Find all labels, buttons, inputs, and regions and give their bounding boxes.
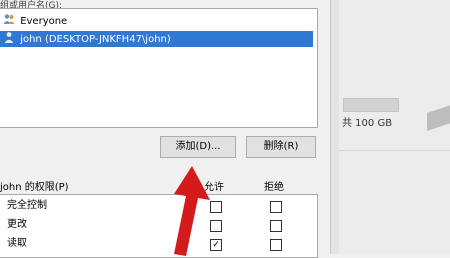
permission-name: 读取 (7, 238, 27, 249)
pointer-arrow-icon (174, 166, 210, 256)
deny-checkbox-full-control[interactable] (270, 201, 282, 213)
list-item-everyone[interactable]: Everyone (0, 13, 313, 29)
background-window: 共 100 GB (331, 0, 450, 254)
permissions-dialog: 组或用户名(G): Everyone john (DESKTOP-JNKFH47… (0, 0, 331, 258)
remove-button[interactable]: 删除(R) (246, 136, 316, 158)
capacity-text: 共 100 GB (342, 118, 393, 129)
permissions-label: john 的权限(P) (0, 182, 69, 193)
group-icon (3, 13, 15, 31)
list-item-john[interactable]: john (DESKTOP-JNKFH47\john) (0, 31, 313, 47)
deny-column-header: 拒绝 (264, 182, 284, 193)
permission-name: 完全控制 (7, 200, 47, 211)
permission-name: 更改 (7, 219, 27, 230)
user-name: john (DESKTOP-JNKFH47\john) (20, 34, 171, 45)
deny-checkbox-read[interactable] (270, 239, 282, 251)
divider (339, 150, 450, 151)
user-icon (3, 31, 15, 49)
user-name: Everyone (20, 16, 68, 27)
capacity-bar (343, 98, 399, 112)
user-listbox[interactable]: Everyone john (DESKTOP-JNKFH47\john) (0, 8, 318, 128)
deny-checkbox-change[interactable] (270, 220, 282, 232)
